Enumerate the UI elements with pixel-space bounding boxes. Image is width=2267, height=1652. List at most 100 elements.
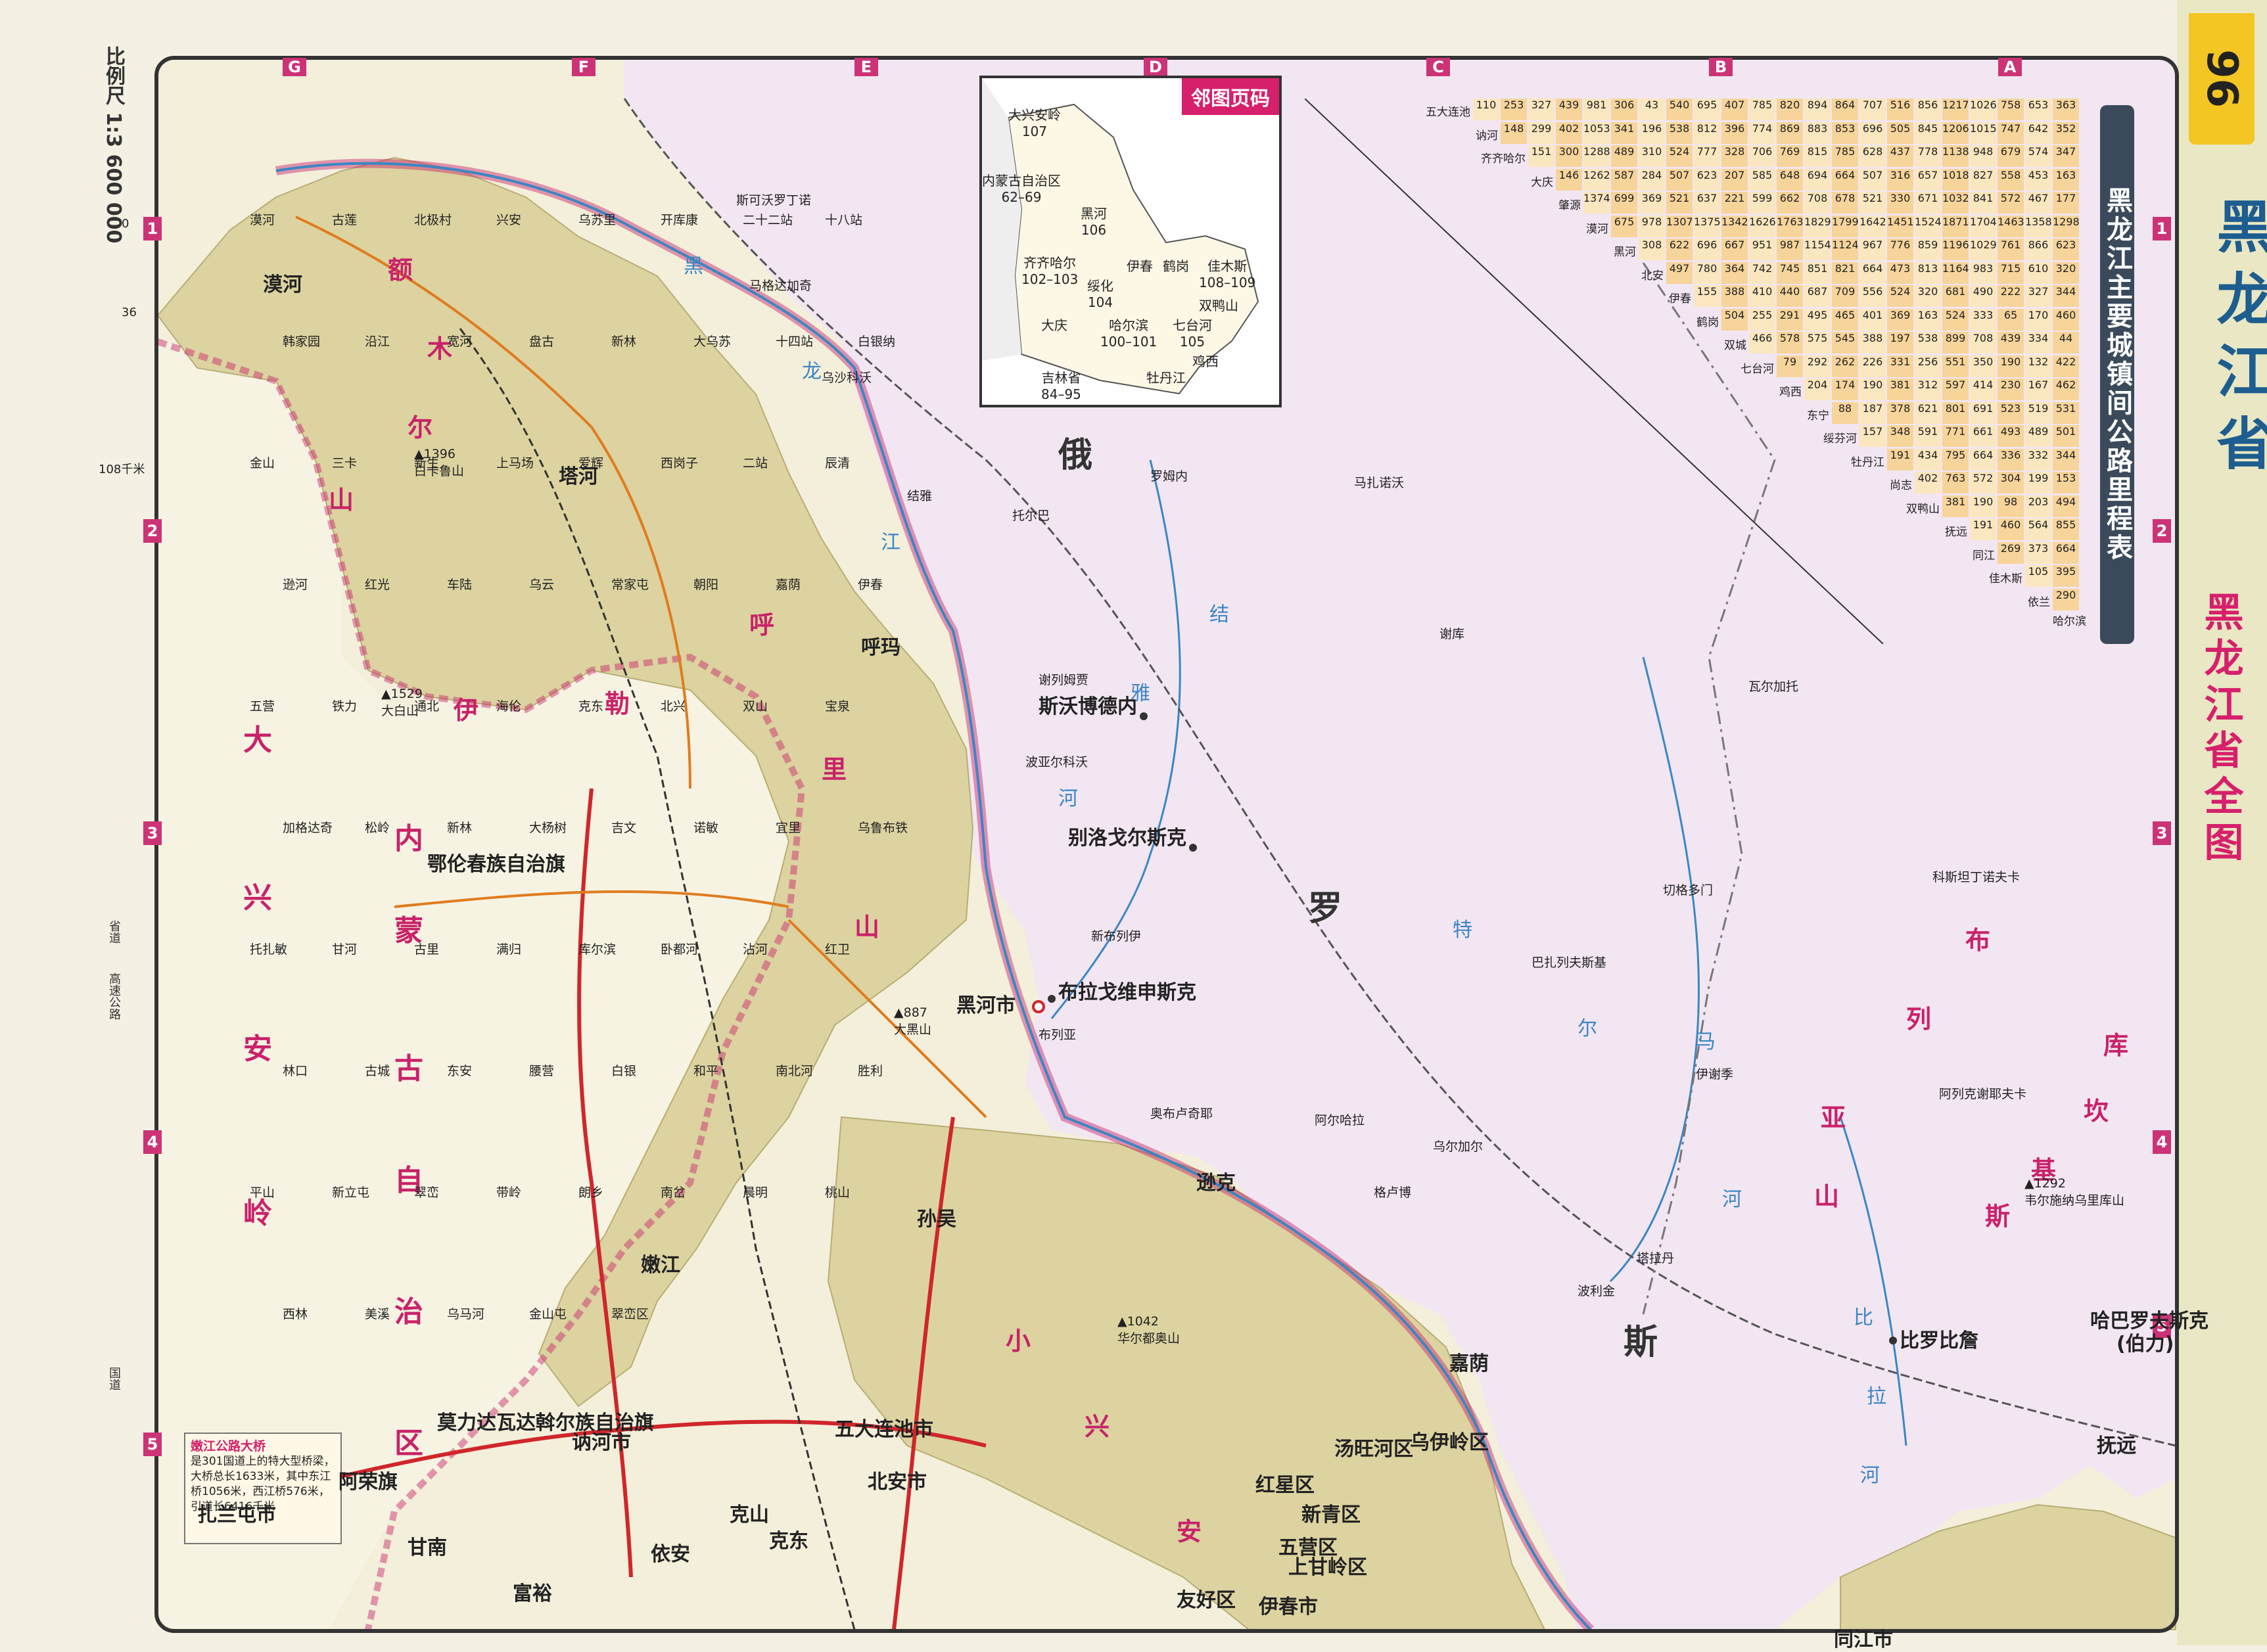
city-label: 孙吴 xyxy=(917,1208,956,1231)
mountain-range-label: 山 xyxy=(1814,1182,1840,1211)
mountain-range-label: 布 xyxy=(1965,926,1991,955)
inset-label-hegang[interactable]: 鹤岗 xyxy=(1163,256,1189,275)
city-label: 斯沃博德内 xyxy=(1039,695,1137,718)
inset-label-qitaihe[interactable]: 七台河 105 xyxy=(1173,315,1212,350)
mountain-range-label: 山 xyxy=(854,913,880,942)
town-label: 十四站 xyxy=(776,334,814,349)
mileage-cell: 440 xyxy=(1777,285,1803,307)
city-label: 扎兰屯市 xyxy=(197,1503,276,1526)
mileage-cell: 1154 xyxy=(1804,239,1831,260)
russian-town-label: 新布列伊 xyxy=(1091,929,1142,944)
grid-number: 3 xyxy=(2153,821,2171,845)
mileage-cell: 299 xyxy=(1528,122,1554,144)
mileage-cell: 696 xyxy=(1859,122,1886,144)
mileage-cell: 610 xyxy=(2025,262,2051,284)
inset-adjacent-map: 邻图页码 大兴安岭 107 内蒙古自治区 62–69 黑河 106 齐齐哈尔 102–1… xyxy=(979,76,1282,407)
peak-name: 大白山 xyxy=(381,704,419,718)
russian-town-label: 乌沙科沃 xyxy=(822,371,872,385)
mileage-cell: 1342 xyxy=(1721,215,1748,237)
mileage-cell: 521 xyxy=(1666,192,1693,214)
russian-town-label: 奥布卢奇耶 xyxy=(1150,1107,1213,1121)
city-label: 漠河 xyxy=(263,273,302,296)
grid-number: 2 xyxy=(143,519,162,543)
mileage-cell: 578 xyxy=(1777,332,1803,354)
grid-number: 1 xyxy=(2153,217,2171,241)
inset-label-harbin[interactable]: 哈尔滨 100–101 xyxy=(1100,315,1157,350)
mileage-cell: 199 xyxy=(2025,472,2051,493)
mountain-range-label: 列 xyxy=(1906,1005,1932,1034)
town-label: 伊春 xyxy=(858,578,883,592)
inset-label-heihe[interactable]: 黑河 106 xyxy=(1081,203,1107,238)
mileage-cell: 407 xyxy=(1721,99,1748,120)
mileage-city-label: 讷河 xyxy=(1476,129,1498,143)
mileage-cell: 291 xyxy=(1777,308,1803,331)
mileage-cell: 709 xyxy=(1832,285,1858,307)
town-label: 新林 xyxy=(447,821,473,835)
mileage-cell: 151 xyxy=(1528,145,1554,167)
mileage-cell: 494 xyxy=(2053,495,2079,517)
inset-label-jixi[interactable]: 鸡西 xyxy=(1192,351,1219,370)
town-label: 宜里 xyxy=(776,821,801,835)
inset-label-shuangyashan[interactable]: 双鸭山 xyxy=(1199,295,1238,314)
mileage-cell: 664 xyxy=(1859,262,1886,284)
mileage-cell: 395 xyxy=(2053,565,2079,587)
inset-label-qiqihar[interactable]: 齐齐哈尔 102–103 xyxy=(1021,252,1078,287)
mileage-cell: 300 xyxy=(1556,145,1582,167)
grid-number: 5 xyxy=(143,1433,162,1456)
grid-number: 2 xyxy=(2153,519,2171,543)
mileage-cell: 1626 xyxy=(1749,215,1776,237)
mileage-cell: 801 xyxy=(1942,402,1969,424)
inset-label-yichun[interactable]: 伊春 xyxy=(1127,256,1153,275)
mileage-cell: 1138 xyxy=(1942,145,1969,167)
mileage-cell: 422 xyxy=(2053,355,2079,377)
mileage-cell: 336 xyxy=(1998,448,2024,470)
mileage-cell: 190 xyxy=(1859,379,1886,400)
mileage-cell: 331 xyxy=(1887,355,1913,377)
inset-label-suihua[interactable]: 绥化 104 xyxy=(1087,275,1113,310)
inset-label-jilin[interactable]: 吉林省 84–95 xyxy=(1041,367,1081,402)
mileage-cell: 621 xyxy=(1915,402,1941,424)
river-label: 尔 xyxy=(1578,1017,1597,1040)
mileage-cell: 364 xyxy=(1721,262,1748,284)
mileage-cell: 352 xyxy=(2053,122,2079,144)
mileage-cell: 763 xyxy=(1942,472,1969,493)
russian-town-label: 波利金 xyxy=(1578,1284,1616,1298)
grid-letter: G xyxy=(283,58,306,76)
mileage-cell: 648 xyxy=(1777,168,1803,191)
town-label: 诺敏 xyxy=(693,821,719,835)
mileage-cell: 253 xyxy=(1501,99,1527,120)
mileage-cell: 622 xyxy=(1666,239,1693,260)
mileage-cell: 187 xyxy=(1859,402,1886,424)
mileage-cell: 1829 xyxy=(1804,215,1831,237)
inset-label-daxinganling[interactable]: 大兴安岭 107 xyxy=(1008,104,1061,139)
river-label: 江 xyxy=(881,531,900,554)
mileage-cell: 493 xyxy=(1998,425,2024,447)
town-label: 车陆 xyxy=(447,578,473,592)
town-label: 西岗子 xyxy=(661,456,699,470)
mileage-cell: 402 xyxy=(1556,122,1582,144)
mileage-cell: 1029 xyxy=(1970,239,1997,260)
inset-label-jiamusi[interactable]: 佳木斯 108–109 xyxy=(1199,256,1255,290)
inset-label-inner-mongolia[interactable]: 内蒙古自治区 62–69 xyxy=(982,170,1061,205)
city-label: 伊春市 xyxy=(1259,1595,1318,1618)
mileage-cell: 434 xyxy=(1915,448,1941,470)
mileage-cell: 43 xyxy=(1639,99,1665,120)
peak-name: 白卡鲁山 xyxy=(414,464,465,478)
mileage-cell: 292 xyxy=(1804,355,1831,377)
russian-town-label: 谢列姆贾 xyxy=(1039,673,1089,687)
mileage-cell: 1053 xyxy=(1583,122,1610,144)
mileage-cell: 110 xyxy=(1473,99,1499,120)
mileage-cell: 504 xyxy=(1721,308,1748,331)
city-label: 友好区 xyxy=(1177,1589,1236,1612)
region-label: 区 xyxy=(394,1427,423,1460)
mileage-cell: 167 xyxy=(2025,379,2051,400)
inset-label-daqing[interactable]: 大庆 xyxy=(1041,315,1067,334)
mileage-city-label: 黑河 xyxy=(1614,246,1636,259)
mileage-cell: 657 xyxy=(1915,168,1941,191)
town-label: 克东 xyxy=(578,699,604,714)
mileage-cell: 1262 xyxy=(1583,168,1610,191)
mileage-cell: 572 xyxy=(1970,472,1996,493)
town-label: 宽河 xyxy=(447,334,473,349)
inset-label-mudanjiang[interactable]: 牡丹江 xyxy=(1146,367,1186,386)
mileage-cell: 369 xyxy=(1639,192,1665,214)
